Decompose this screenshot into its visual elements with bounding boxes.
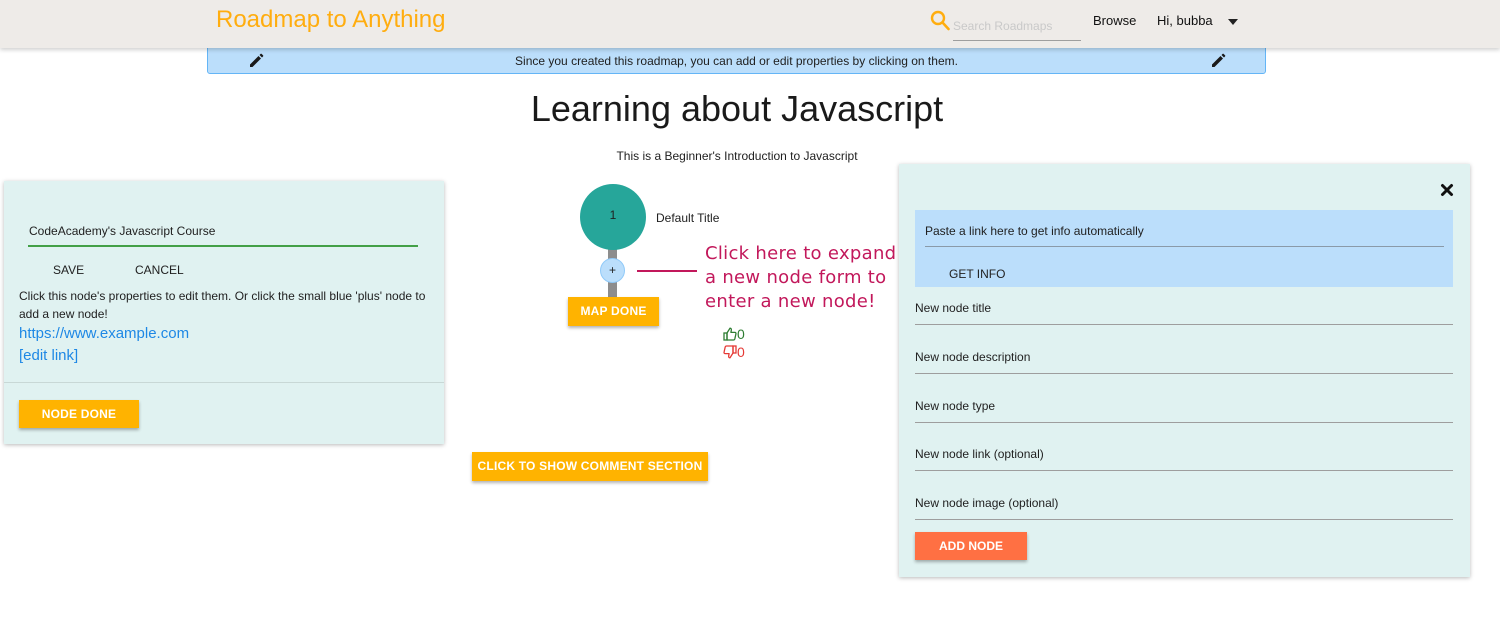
roadmap-title[interactable]: Learning about Javascript — [0, 88, 1474, 130]
thumbs-down-icon[interactable] — [723, 345, 737, 359]
pencil-icon — [1212, 53, 1226, 67]
annotation-note: Click here to expand a new node form to … — [705, 242, 896, 314]
add-node-button[interactable]: ADD NODE — [915, 532, 1027, 560]
node-editor-panel: SAVE CANCEL Click this node's properties… — [4, 181, 444, 444]
upvote-count: 0 — [737, 326, 745, 342]
cancel-button[interactable]: CANCEL — [135, 263, 184, 277]
close-icon[interactable] — [1440, 183, 1454, 197]
upvote-control[interactable]: 0 — [723, 325, 745, 343]
search-icon[interactable] — [930, 10, 950, 32]
panel-divider — [4, 382, 444, 383]
new-node-form-panel: GET INFO ADD NODE — [899, 164, 1470, 577]
annotation-line: Click here to expand — [705, 243, 897, 264]
save-button[interactable]: SAVE — [53, 263, 84, 277]
browse-link[interactable]: Browse — [1093, 13, 1136, 28]
get-info-button[interactable]: GET INFO — [949, 267, 1005, 281]
node-title-field[interactable] — [28, 217, 418, 247]
banner-text: Since you created this roadmap, you can … — [515, 54, 958, 68]
thumbs-up-icon[interactable] — [723, 327, 737, 341]
annotation-pointer-line — [637, 270, 697, 272]
downvote-count: 0 — [737, 344, 745, 360]
new-node-image-field[interactable] — [915, 487, 1453, 520]
user-menu[interactable]: Hi, bubba — [1157, 13, 1213, 28]
new-node-link-field[interactable] — [915, 438, 1453, 471]
add-node-plus-button[interactable]: + — [600, 258, 625, 283]
chevron-down-icon[interactable] — [1228, 19, 1238, 25]
search-input[interactable] — [953, 8, 1081, 41]
brand-logo[interactable]: Roadmap to Anything — [216, 6, 446, 34]
new-node-title-field[interactable] — [915, 292, 1453, 325]
new-node-type-field[interactable] — [915, 390, 1453, 423]
roadmap-description[interactable]: This is a Beginner's Introduction to Jav… — [0, 149, 1474, 163]
map-done-button[interactable]: MAP DONE — [568, 297, 659, 326]
downvote-control[interactable]: 0 — [723, 343, 745, 361]
top-navbar: Roadmap to Anything Browse Hi, bubba — [0, 0, 1500, 48]
edit-link[interactable]: [edit link] — [19, 347, 78, 364]
annotation-line: enter a new node! — [705, 291, 876, 312]
annotation-line: a new node form to — [705, 267, 887, 288]
show-comments-button[interactable]: CLICK TO SHOW COMMENT SECTION — [472, 452, 708, 481]
roadmap-node[interactable]: 1 — [580, 184, 646, 250]
autofill-link-input[interactable] — [925, 216, 1444, 247]
roadmap-node-title[interactable]: Default Title — [656, 211, 719, 225]
owner-info-banner: Since you created this roadmap, you can … — [207, 47, 1266, 74]
node-done-button[interactable]: NODE DONE — [19, 400, 139, 428]
node-resource-link[interactable]: https://www.example.com — [19, 325, 189, 342]
node-help-text: Click this node's properties to edit the… — [19, 289, 426, 321]
new-node-description-field[interactable] — [915, 341, 1453, 374]
app-root: Roadmap to Anything Browse Hi, bubba Sin… — [0, 0, 1500, 634]
autofill-section: GET INFO — [915, 210, 1453, 287]
